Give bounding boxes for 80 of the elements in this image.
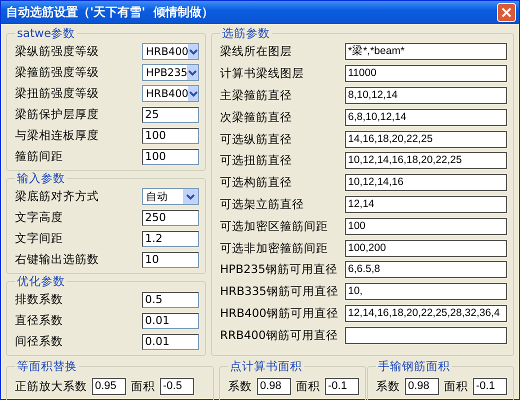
caret-icon xyxy=(187,65,198,80)
input-field[interactable]: 10,12,14,16 xyxy=(345,174,507,192)
input-field[interactable]: 12,14,16,18,20,22,25,28,32,36,4 xyxy=(345,304,507,322)
input-field[interactable]: 100,200 xyxy=(345,240,507,257)
input-field[interactable]: 100 xyxy=(142,128,199,144)
group-title: 选筋参数 xyxy=(221,26,271,41)
group-title: 输入参数 xyxy=(16,171,66,186)
input-field[interactable]: 6,8,10,12,14 xyxy=(345,108,507,126)
input-field[interactable]: -0.1 xyxy=(325,378,359,394)
dropdown[interactable]: HRB400 xyxy=(142,43,199,60)
group-title: 点计算书面积 xyxy=(229,359,303,374)
input-field[interactable]: 0.01 xyxy=(142,334,199,350)
field-label: HRB335钢筋可用直径 xyxy=(220,284,338,300)
field-label: 系数 xyxy=(228,378,252,394)
input-field[interactable]: 10 xyxy=(142,252,199,268)
field-label: 可选构筋直径 xyxy=(220,175,292,190)
field-label: 正筋放大系数 xyxy=(15,378,87,394)
input-field[interactable]: 0.5 xyxy=(142,292,199,308)
field-label: 梁扭筋强度等级 xyxy=(15,86,99,101)
close-button[interactable] xyxy=(497,3,516,22)
input-field[interactable]: 100 xyxy=(345,218,507,235)
input-field[interactable]: -0.5 xyxy=(160,378,194,394)
input-field[interactable]: 250 xyxy=(142,210,199,226)
window-title: 自动选筋设置（'天下有雪' 倾情制做） xyxy=(6,4,214,21)
caret-icon xyxy=(183,189,198,204)
field-label: 面积 xyxy=(131,378,155,394)
input-field[interactable]: 0.95 xyxy=(92,378,126,394)
input-field[interactable]: *梁*,*beam* xyxy=(345,43,507,60)
dropdown[interactable]: HPB235 xyxy=(142,64,199,81)
field-label: 梁箍筋强度等级 xyxy=(15,65,99,80)
close-icon xyxy=(501,7,512,18)
field-label: 可选纵筋直径 xyxy=(220,132,292,147)
input-field[interactable]: 11000 xyxy=(345,65,507,82)
group-title: satwe参数 xyxy=(16,26,76,41)
field-label: 可选非加密箍筋间距 xyxy=(220,240,328,256)
field-label: 主梁箍筋直径 xyxy=(220,88,292,103)
caret-icon xyxy=(188,86,198,101)
input-field[interactable]: 12,14 xyxy=(345,196,507,213)
input-field[interactable]: 10, xyxy=(345,283,507,300)
input-field[interactable]: 10,12,14,16,18,20,22,25 xyxy=(345,152,507,170)
field-label: 可选扭筋直径 xyxy=(220,153,292,168)
dropdown[interactable]: 自动 xyxy=(142,188,199,205)
input-field[interactable]: 6,6.5,8 xyxy=(345,261,507,278)
field-label: 梁底筋对齐方式 xyxy=(15,189,99,204)
caret-icon xyxy=(188,44,198,59)
input-field[interactable]: 100 xyxy=(142,148,199,164)
field-label: 右键输出选筋数 xyxy=(15,252,99,267)
field-label: 箍筋间距 xyxy=(15,149,63,164)
field-label: 可选加密区箍筋间距 xyxy=(220,218,328,234)
input-field[interactable]: 0.98 xyxy=(257,378,291,394)
input-field[interactable]: 1.2 xyxy=(142,230,199,246)
field-label: 与梁相连板厚度 xyxy=(15,128,99,143)
field-label: 间径系数 xyxy=(15,334,63,349)
dropdown[interactable]: HRB400 xyxy=(142,85,199,102)
field-label: 面积 xyxy=(296,378,320,394)
field-label: HRB400钢筋可用直径 xyxy=(220,306,338,321)
field-label: 梁线所在图层 xyxy=(220,44,292,60)
field-label: 文字高度 xyxy=(15,210,63,225)
input-field[interactable]: 0.01 xyxy=(142,312,199,328)
field-label: 梁筋保护层厚度 xyxy=(15,107,99,122)
field-label: RRB400钢筋可用直径 xyxy=(220,328,338,343)
input-field[interactable]: 14,16,18,20,22,25 xyxy=(345,130,507,148)
field-label: 排数系数 xyxy=(15,292,63,307)
field-label: 系数 xyxy=(376,378,400,394)
field-label: 面积 xyxy=(444,378,468,394)
input-field[interactable]: 25 xyxy=(142,106,199,122)
field-label: 梁纵筋强度等级 xyxy=(15,44,99,59)
field-label: 可选架立筋直径 xyxy=(220,196,304,212)
input-field[interactable] xyxy=(345,326,507,344)
field-label: 次梁箍筋直径 xyxy=(220,110,292,125)
input-field[interactable]: -0.1 xyxy=(473,378,507,394)
group-title: 手输钢筋面积 xyxy=(377,359,451,374)
input-field[interactable]: 8,10,12,14 xyxy=(345,86,507,104)
group-title: 等面积替换 xyxy=(16,359,78,374)
field-label: HPB235钢筋可用直径 xyxy=(220,262,338,278)
field-label: 直径系数 xyxy=(15,313,63,328)
field-label: 文字间距 xyxy=(15,231,63,246)
input-field[interactable]: 0.98 xyxy=(405,378,439,394)
field-label: 计算书梁线图层 xyxy=(220,66,304,82)
group-title: 优化参数 xyxy=(16,274,66,289)
